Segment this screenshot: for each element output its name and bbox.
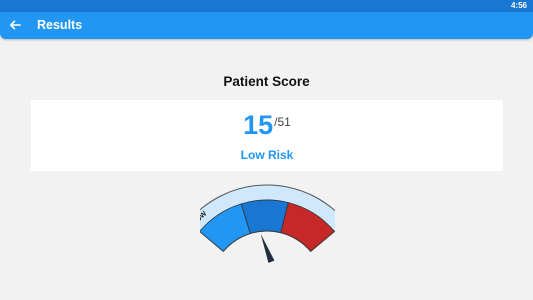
score-number: 15 [243, 110, 274, 140]
risk-gauge: LOW [200, 184, 335, 263]
score-max: /51 [274, 115, 291, 129]
app-bar: Results [0, 12, 533, 39]
page-title: Results [37, 18, 83, 32]
arrow-left-icon[interactable] [8, 18, 22, 32]
gauge-needle [260, 233, 275, 263]
score-heading: Patient Score [223, 74, 310, 89]
status-time: 4:56 [510, 1, 527, 10]
status-bar: 4:56 [0, 0, 533, 12]
risk-label: Low Risk [240, 148, 294, 162]
score-value: 15/51 [31, 110, 503, 141]
score-card: 15/51 Low Risk [31, 100, 503, 171]
